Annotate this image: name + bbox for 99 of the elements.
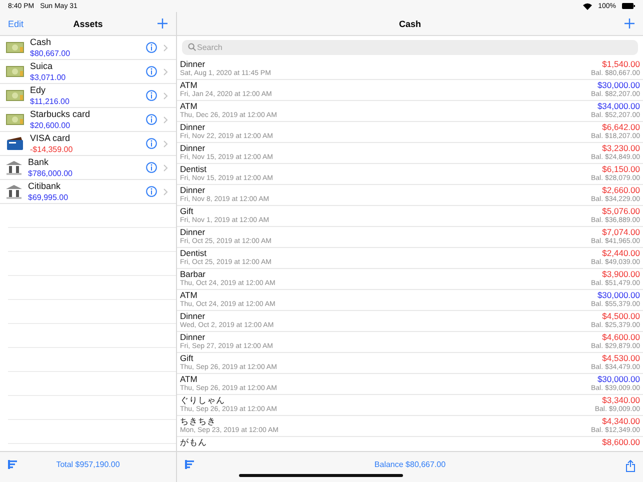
sort-button[interactable] [8, 460, 18, 469]
transaction-title: Dinner [180, 185, 206, 195]
asset-name: Edy [30, 84, 47, 96]
transaction-amount: $7,074.00 [601, 227, 640, 237]
banknote-icon [6, 90, 24, 101]
transaction-title: ちきちき [180, 416, 217, 426]
asset-amount: $80,667.00 [30, 48, 72, 58]
edit-button[interactable]: Edit [8, 18, 24, 28]
share-icon [626, 460, 635, 472]
asset-amount: $11,216.00 [30, 96, 70, 106]
asset-amount: $20,600.00 [30, 120, 72, 130]
transaction-title: Dinner [180, 227, 206, 237]
transaction-title: Dinner [180, 59, 206, 69]
transaction-title: がもん [180, 437, 208, 447]
chevron-icon [163, 68, 168, 76]
transaction-amount: $30,000.00 [596, 290, 640, 300]
chevron-icon [163, 164, 168, 172]
banknote-icon [6, 114, 24, 125]
transaction-amount: $4,600.00 [601, 332, 640, 342]
asset-amount: $786,000.00 [28, 168, 74, 178]
total-label: Total $957,190.00 [56, 460, 120, 469]
transaction-title: Dentist [180, 248, 208, 258]
transaction-amount: $3,900.00 [601, 269, 640, 279]
info-icon[interactable] [146, 66, 157, 77]
asset-amount: $3,071.00 [30, 72, 67, 82]
transaction-title: Gift [180, 206, 194, 216]
asset-name: Cash [30, 36, 52, 48]
transaction-title: ATM [180, 80, 198, 90]
transaction-amount: $4,340.00 [601, 416, 640, 426]
chevron-icon [163, 140, 168, 148]
share-button[interactable] [626, 460, 635, 472]
bank-building-icon [6, 184, 22, 198]
add-button[interactable] [624, 18, 635, 29]
chevron-icon [163, 92, 168, 100]
banknote-icon [6, 66, 24, 77]
asset-amount: $69,995.00 [28, 192, 70, 202]
banknote-icon [6, 42, 24, 53]
transaction-amount: $6,150.00 [601, 164, 640, 174]
credit-card-icon [6, 137, 24, 150]
asset-name: VISA card [30, 132, 72, 144]
transaction-amount: $3,230.00 [601, 143, 640, 153]
transaction-amount: $8,600.00 [602, 437, 640, 447]
chevron-icon [163, 44, 168, 52]
transaction-title: Dentist [180, 164, 208, 174]
search-icon [188, 43, 196, 51]
bank-building-icon [6, 160, 22, 174]
chevron-icon [163, 188, 168, 196]
info-icon[interactable] [146, 42, 157, 53]
info-icon[interactable] [146, 162, 157, 173]
transaction-title: ATM [180, 101, 198, 111]
transaction-title: Dinner [180, 311, 206, 321]
info-icon[interactable] [146, 186, 157, 197]
transaction-title: ATM [180, 290, 198, 300]
asset-row[interactable]: Edy $11,216.00 [0, 84, 176, 108]
wifi-icon [583, 2, 592, 10]
transaction-title: ぐりしゃん [180, 395, 226, 405]
transaction-amount: $30,000.00 [596, 374, 640, 384]
transaction-amount: $34,000.00 [596, 101, 640, 111]
transaction-title: Barbar [180, 269, 207, 279]
transaction-title: ATM [180, 374, 198, 384]
transaction-amount: $5,076.00 [601, 206, 640, 216]
transaction-amount: $2,660.00 [601, 185, 640, 195]
transaction-amount: $1,540.00 [601, 59, 640, 69]
asset-row[interactable]: Cash $80,667.00 [0, 36, 176, 60]
search-field[interactable]: Search [182, 40, 638, 55]
asset-amount: -$14,359.00 [30, 144, 74, 154]
balance-label: Balance $80,667.00 [374, 460, 446, 469]
asset-row[interactable]: VISA card -$14,359.00 [0, 132, 176, 156]
transaction-amount: $6,642.00 [601, 122, 640, 132]
plus-icon [624, 18, 635, 29]
nav-title: Assets [73, 18, 103, 28]
transaction-title: Dinner [180, 332, 206, 342]
transaction-amount: $4,500.00 [601, 311, 640, 321]
asset-name: Citibank [28, 180, 62, 192]
asset-name: Bank [28, 156, 50, 168]
nav-title: Cash [398, 18, 421, 28]
sort-icon [185, 460, 195, 469]
asset-row[interactable]: Starbucks card $20,600.00 [0, 108, 176, 132]
asset-row[interactable]: Bank $786,000.00 [0, 156, 176, 180]
asset-name: Suica [30, 60, 54, 72]
battery-icon [622, 3, 635, 9]
transaction-amount: $3,340.00 [601, 395, 640, 405]
chevron-icon [163, 116, 168, 124]
sort-icon [8, 460, 18, 469]
info-icon[interactable] [146, 114, 157, 125]
info-icon[interactable] [146, 138, 157, 149]
transaction-amount: $30,000.00 [596, 80, 640, 90]
add-button[interactable] [157, 18, 168, 29]
transaction-title: Dinner [180, 122, 206, 132]
asset-name: Starbucks card [30, 108, 92, 120]
transaction-amount: $4,530.00 [601, 353, 640, 363]
transaction-title: Dinner [180, 143, 206, 153]
transaction-amount: $2,440.00 [601, 248, 640, 258]
asset-row[interactable]: Suica $3,071.00 [0, 60, 176, 84]
asset-row[interactable]: Citibank $69,995.00 [0, 180, 176, 204]
transaction-title: Gift [180, 353, 194, 363]
plus-icon [157, 18, 168, 29]
sort-button[interactable] [185, 460, 195, 469]
info-icon[interactable] [146, 90, 157, 101]
